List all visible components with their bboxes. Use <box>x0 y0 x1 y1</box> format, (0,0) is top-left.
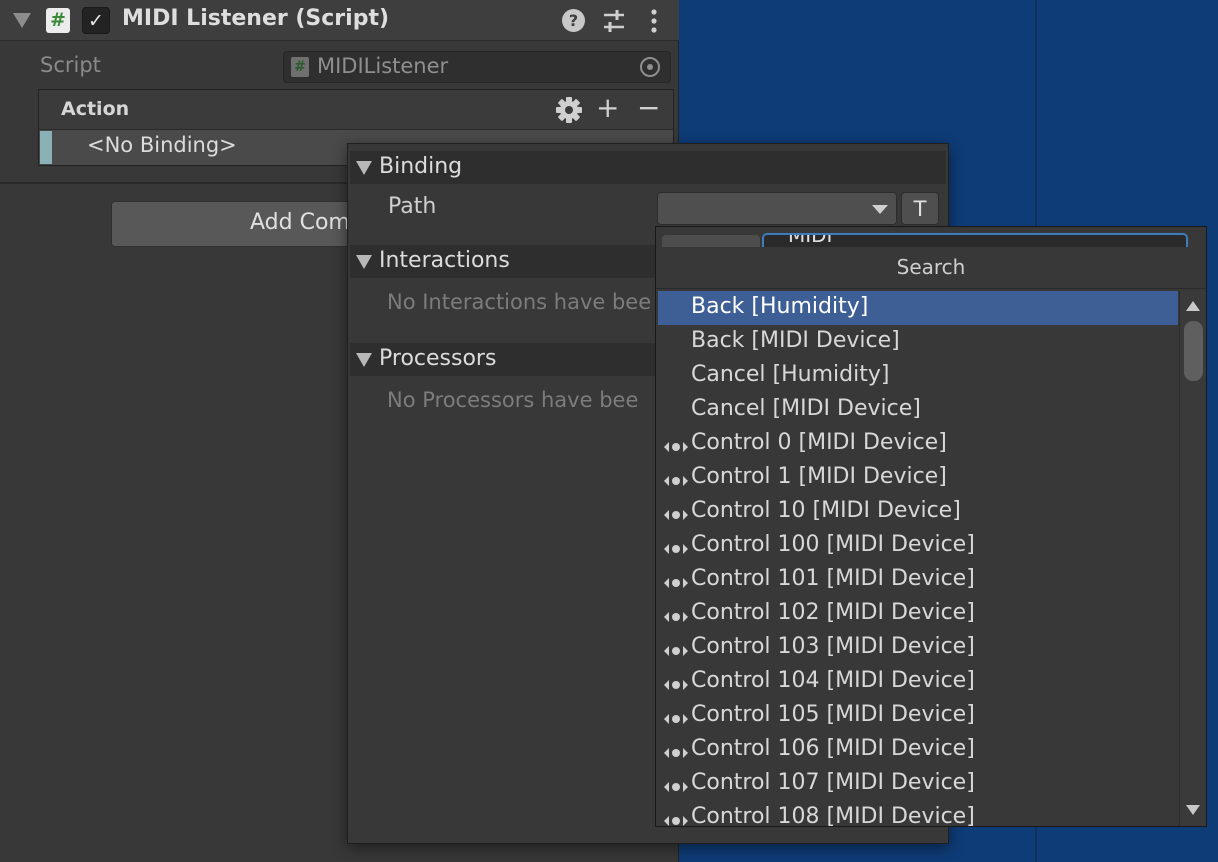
binding-section-header[interactable]: Binding <box>350 151 946 184</box>
results-scrollbar[interactable] <box>1179 291 1206 826</box>
gear-icon[interactable] <box>555 96 583 124</box>
search-result-label: Back [Humidity] <box>691 294 869 319</box>
component-enabled-checkbox[interactable]: ✓ <box>82 7 110 34</box>
script-value: MIDIListener <box>317 54 449 78</box>
search-result-label: Control 100 [MIDI Device] <box>691 532 975 557</box>
search-result-item[interactable]: Control 101 [MIDI Device] <box>658 563 1178 597</box>
foldout-arrow-icon[interactable] <box>356 161 372 175</box>
search-result-label: Control 101 [MIDI Device] <box>691 566 975 591</box>
action-header: Action + − <box>39 90 673 130</box>
presets-icon[interactable] <box>602 9 626 33</box>
action-label: Action <box>61 98 130 120</box>
axis-icon <box>664 812 688 826</box>
axis-icon <box>664 710 688 724</box>
script-label: Script <box>40 53 101 77</box>
search-result-label: Control 102 [MIDI Device] <box>691 600 975 625</box>
control-search-popup: MIDI Search Back [Humidity] Back [MIDI De… <box>655 226 1207 827</box>
axis-icon <box>664 506 688 520</box>
search-result-item[interactable]: Control 103 [MIDI Device] <box>658 631 1178 665</box>
chevron-down-icon <box>872 205 888 214</box>
axis-icon <box>664 744 688 758</box>
text-mode-button[interactable]: T <box>901 192 939 225</box>
search-result-item[interactable]: Back [MIDI Device] <box>658 325 1178 359</box>
search-result-item[interactable]: Cancel [Humidity] <box>658 359 1178 393</box>
scroll-down-icon[interactable] <box>1186 805 1200 815</box>
search-result-label: Control 103 [MIDI Device] <box>691 634 975 659</box>
axis-icon <box>664 472 688 486</box>
search-result-label: Cancel [MIDI Device] <box>691 396 921 421</box>
search-result-item[interactable]: Back [Humidity] <box>658 291 1178 325</box>
search-result-item[interactable]: Cancel [MIDI Device] <box>658 393 1178 427</box>
binding-stripe <box>40 131 52 164</box>
search-result-item[interactable]: Control 10 [MIDI Device] <box>658 495 1178 529</box>
search-title: Search <box>896 255 966 279</box>
search-result-label: Control 106 [MIDI Device] <box>691 736 975 761</box>
binding-section-title: Binding <box>379 154 463 179</box>
search-result-label: Control 108 [MIDI Device] <box>691 804 975 827</box>
search-result-item[interactable]: Control 108 [MIDI Device] <box>658 801 1178 827</box>
binding-label: <No Binding> <box>87 133 237 157</box>
axis-icon <box>664 438 688 452</box>
add-component-label: Add Com <box>250 210 350 235</box>
object-picker-icon[interactable] <box>640 57 660 77</box>
path-dropdown[interactable] <box>657 192 897 225</box>
search-result-item[interactable]: Control 100 [MIDI Device] <box>658 529 1178 563</box>
axis-icon <box>664 642 688 656</box>
component-title: MIDI Listener (Script) <box>122 6 390 31</box>
search-result-item[interactable]: Control 0 [MIDI Device] <box>658 427 1178 461</box>
search-result-label: Control 104 [MIDI Device] <box>691 668 975 693</box>
axis-icon <box>664 778 688 792</box>
search-result-item[interactable]: Control 106 [MIDI Device] <box>658 733 1178 767</box>
search-result-label: Control 1 [MIDI Device] <box>691 464 947 489</box>
processors-section-title: Processors <box>379 346 497 371</box>
axis-icon <box>664 540 688 554</box>
csharp-script-icon: # <box>46 8 70 33</box>
axis-icon <box>664 676 688 690</box>
path-label: Path <box>388 194 437 219</box>
search-result-label: Back [MIDI Device] <box>691 328 900 353</box>
remove-binding-button[interactable]: − <box>637 94 660 124</box>
component-header[interactable]: # ✓ MIDI Listener (Script) ? <box>0 0 679 41</box>
search-results-list: Back [Humidity] Back [MIDI Device] Cancel … <box>658 291 1178 827</box>
search-result-item[interactable]: Control 1 [MIDI Device] <box>658 461 1178 495</box>
scroll-up-icon[interactable] <box>1186 301 1200 311</box>
search-result-label: Control 0 [MIDI Device] <box>691 430 947 455</box>
search-result-item[interactable]: Control 104 [MIDI Device] <box>658 665 1178 699</box>
search-title-bar: Search <box>656 247 1206 289</box>
no-interactions-message: No Interactions have bee <box>387 290 652 314</box>
search-input-text: MIDI <box>788 233 833 247</box>
csharp-script-icon: # <box>291 57 309 77</box>
search-result-item[interactable]: Control 105 [MIDI Device] <box>658 699 1178 733</box>
search-result-label: Control 10 [MIDI Device] <box>691 498 961 523</box>
foldout-arrow-icon[interactable] <box>356 255 372 269</box>
help-icon[interactable]: ? <box>562 9 585 32</box>
search-result-item[interactable]: Control 107 [MIDI Device] <box>658 767 1178 801</box>
axis-icon <box>664 574 688 588</box>
foldout-arrow-icon[interactable] <box>13 13 31 28</box>
axis-icon <box>664 608 688 622</box>
add-binding-button[interactable]: + <box>596 94 626 124</box>
search-result-item[interactable]: Control 102 [MIDI Device] <box>658 597 1178 631</box>
script-object-field[interactable]: # MIDIListener <box>283 51 671 83</box>
search-result-label: Cancel [Humidity] <box>691 362 890 387</box>
scroll-thumb[interactable] <box>1184 321 1203 381</box>
search-result-label: Control 105 [MIDI Device] <box>691 702 975 727</box>
no-processors-message: No Processors have bee <box>387 388 639 412</box>
more-options-icon[interactable] <box>644 9 664 33</box>
interactions-section-title: Interactions <box>379 248 510 273</box>
search-result-label: Control 107 [MIDI Device] <box>691 770 975 795</box>
foldout-arrow-icon[interactable] <box>356 353 372 367</box>
